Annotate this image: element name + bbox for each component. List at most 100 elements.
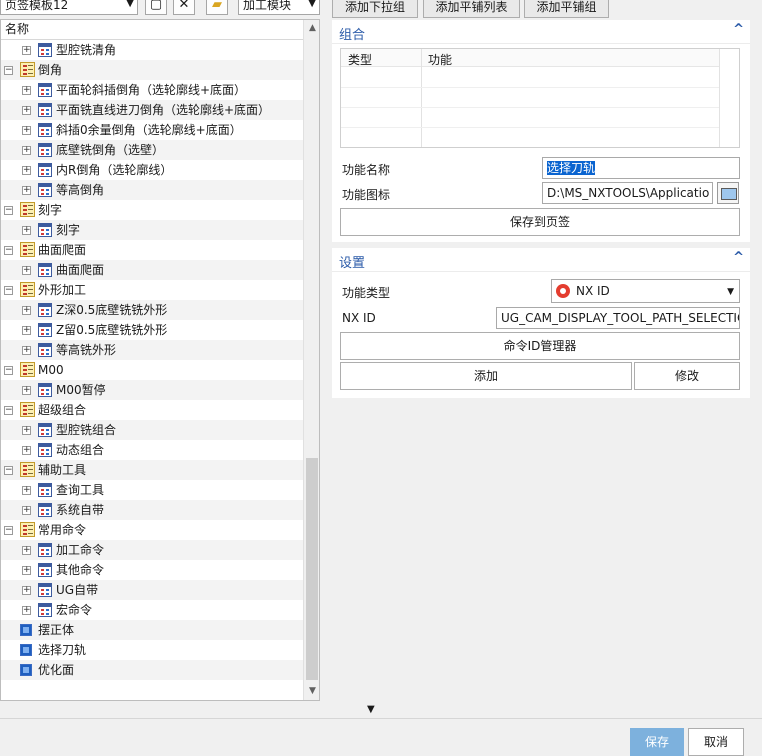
- collapse-icon[interactable]: −: [4, 526, 13, 535]
- tree-group-row[interactable]: − 曲面爬面: [1, 240, 303, 260]
- tree-item-label: Z深0.5底壁铣铣外形: [56, 303, 168, 317]
- tree-item-row[interactable]: + 曲面爬面: [1, 260, 303, 280]
- tree-item-row[interactable]: + 平面轮斜插倒角（选轮廓线+底面）: [1, 80, 303, 100]
- tree-group-row[interactable]: − M00: [1, 360, 303, 380]
- tree-item-row[interactable]: + 平面铣直线进刀倒角（选轮廓线+底面）: [1, 100, 303, 120]
- tree-group-row[interactable]: − 外形加工: [1, 280, 303, 300]
- chevron-up-icon[interactable]: ^: [733, 22, 744, 37]
- command-icon: [38, 503, 52, 517]
- open-folder-button[interactable]: ▰: [206, 0, 228, 15]
- tree-group-row[interactable]: − 刻字: [1, 200, 303, 220]
- command-icon: [38, 383, 52, 397]
- module-select[interactable]: 加工模块 ▼: [238, 0, 320, 15]
- collapse-icon[interactable]: −: [4, 286, 13, 295]
- expand-icon[interactable]: +: [22, 166, 31, 175]
- expand-icon[interactable]: +: [22, 506, 31, 515]
- tree-item-row[interactable]: + 系统自带: [1, 500, 303, 520]
- collapse-icon[interactable]: −: [4, 466, 13, 475]
- settings-section-header[interactable]: 设置 ^: [332, 248, 750, 272]
- tree-item-row[interactable]: + 斜插0余量倒角（选轮廓线+底面）: [1, 120, 303, 140]
- tree-item-label: 平面轮斜插倒角（选轮廓线+底面）: [56, 83, 247, 97]
- chevron-up-icon[interactable]: ^: [733, 250, 744, 265]
- func-icon-input[interactable]: D:\MS_NXTOOLS\Applicatio: [542, 182, 713, 204]
- nxid-input[interactable]: UG_CAM_DISPLAY_TOOL_PATH_SELECTIC: [496, 307, 740, 329]
- collapse-icon[interactable]: −: [4, 366, 13, 375]
- expand-icon[interactable]: +: [22, 226, 31, 235]
- template-select[interactable]: 页签模板12 ▼: [0, 0, 138, 15]
- tree-item-row[interactable]: + 型腔铣组合: [1, 420, 303, 440]
- tree-item-label: 其他命令: [56, 563, 105, 577]
- tree-item-row[interactable]: + 刻字: [1, 220, 303, 240]
- expand-icon[interactable]: +: [22, 586, 31, 595]
- tree-item-row[interactable]: + Z留0.5底壁铣铣外形: [1, 320, 303, 340]
- expand-icon[interactable]: +: [22, 446, 31, 455]
- combo-section-header[interactable]: 组合 ^: [332, 20, 750, 44]
- collapse-icon[interactable]: −: [4, 66, 13, 75]
- tree-item-row[interactable]: + M00暂停: [1, 380, 303, 400]
- func-name-input[interactable]: 选择刀轨: [542, 157, 740, 179]
- tree-item-row[interactable]: + UG自带: [1, 580, 303, 600]
- delete-button[interactable]: ✕: [173, 0, 195, 15]
- tree-item-row[interactable]: + 查询工具: [1, 480, 303, 500]
- tree-group-row[interactable]: − 超级组合: [1, 400, 303, 420]
- expand-icon[interactable]: +: [22, 266, 31, 275]
- tree-item-row[interactable]: 选择刀轨: [1, 640, 303, 660]
- add-tile-list-button[interactable]: 添加平铺列表: [423, 0, 520, 18]
- new-page-button[interactable]: ▢: [145, 0, 167, 15]
- expand-icon[interactable]: +: [22, 146, 31, 155]
- tree-item-row[interactable]: + 宏命令: [1, 600, 303, 620]
- func-type-select[interactable]: NX ID ▼: [551, 279, 740, 303]
- add-tile-group-button[interactable]: 添加平铺组: [524, 0, 609, 18]
- tree-item-row[interactable]: + Z深0.5底壁铣铣外形: [1, 300, 303, 320]
- expand-icon[interactable]: +: [22, 426, 31, 435]
- tree-item-row[interactable]: + 其他命令: [1, 560, 303, 580]
- tree-item-row[interactable]: + 加工命令: [1, 540, 303, 560]
- splitter-arrow-icon[interactable]: ▼: [367, 704, 375, 715]
- add-button[interactable]: 添加: [340, 362, 632, 390]
- tree-item-row[interactable]: 摆正体: [1, 620, 303, 640]
- tree-item-row[interactable]: + 等高铣外形: [1, 340, 303, 360]
- expand-icon[interactable]: +: [22, 326, 31, 335]
- expand-icon[interactable]: +: [22, 386, 31, 395]
- expand-icon[interactable]: +: [22, 106, 31, 115]
- combo-section: 组合 ^ 类型 功能 功能名称 选择刀轨 功能图标 D:\MS_NXTOOLS\…: [332, 20, 750, 242]
- command-tree[interactable]: 名称 + 型腔铣清角 − 倒角 + 平面轮斜插倒角（选轮廓线+底面） + 平面铣直线进刀倒角（…: [0, 19, 320, 701]
- collapse-icon[interactable]: −: [4, 406, 13, 415]
- scroll-thumb[interactable]: [306, 458, 318, 680]
- add-dropdown-group-button[interactable]: 添加下拉组: [332, 0, 418, 18]
- tree-group-row[interactable]: − 倒角: [1, 60, 303, 80]
- save-to-tab-button[interactable]: 保存到页签: [340, 208, 740, 236]
- command-id-manager-button[interactable]: 命令ID管理器: [340, 332, 740, 360]
- expand-icon[interactable]: +: [22, 546, 31, 555]
- expand-icon[interactable]: +: [22, 126, 31, 135]
- combo-grid[interactable]: 类型 功能: [340, 48, 740, 148]
- tree-item-row[interactable]: + 底壁铣倒角（选壁）: [1, 140, 303, 160]
- group-icon: [20, 462, 35, 477]
- tree-scrollbar[interactable]: ▲ ▼: [303, 20, 319, 700]
- expand-icon[interactable]: +: [22, 86, 31, 95]
- scroll-up-icon[interactable]: ▲: [304, 20, 319, 37]
- tree-group-row[interactable]: − 常用命令: [1, 520, 303, 540]
- expand-icon[interactable]: +: [22, 186, 31, 195]
- tree-item-row[interactable]: 优化面: [1, 660, 303, 680]
- tree-item-row[interactable]: + 型腔铣清角: [1, 40, 303, 60]
- expand-icon[interactable]: +: [22, 306, 31, 315]
- collapse-icon[interactable]: −: [4, 206, 13, 215]
- scroll-down-icon[interactable]: ▼: [304, 683, 319, 700]
- tree-item-row[interactable]: + 动态组合: [1, 440, 303, 460]
- expand-icon[interactable]: +: [22, 346, 31, 355]
- expand-icon[interactable]: +: [22, 46, 31, 55]
- tree-item-row[interactable]: + 等高倒角: [1, 180, 303, 200]
- expand-icon[interactable]: +: [22, 566, 31, 575]
- expand-icon[interactable]: +: [22, 486, 31, 495]
- tree-item-row[interactable]: + 内R倒角（选轮廓线）: [1, 160, 303, 180]
- save-button[interactable]: 保存: [630, 728, 684, 756]
- group-icon: [20, 202, 35, 217]
- collapse-icon[interactable]: −: [4, 246, 13, 255]
- expand-icon[interactable]: +: [22, 606, 31, 615]
- modify-button[interactable]: 修改: [634, 362, 740, 390]
- cancel-button[interactable]: 取消: [688, 728, 744, 756]
- tree-group-row[interactable]: − 辅助工具: [1, 460, 303, 480]
- tree-item-label: 选择刀轨: [38, 643, 87, 657]
- image-picker-icon[interactable]: [717, 182, 739, 204]
